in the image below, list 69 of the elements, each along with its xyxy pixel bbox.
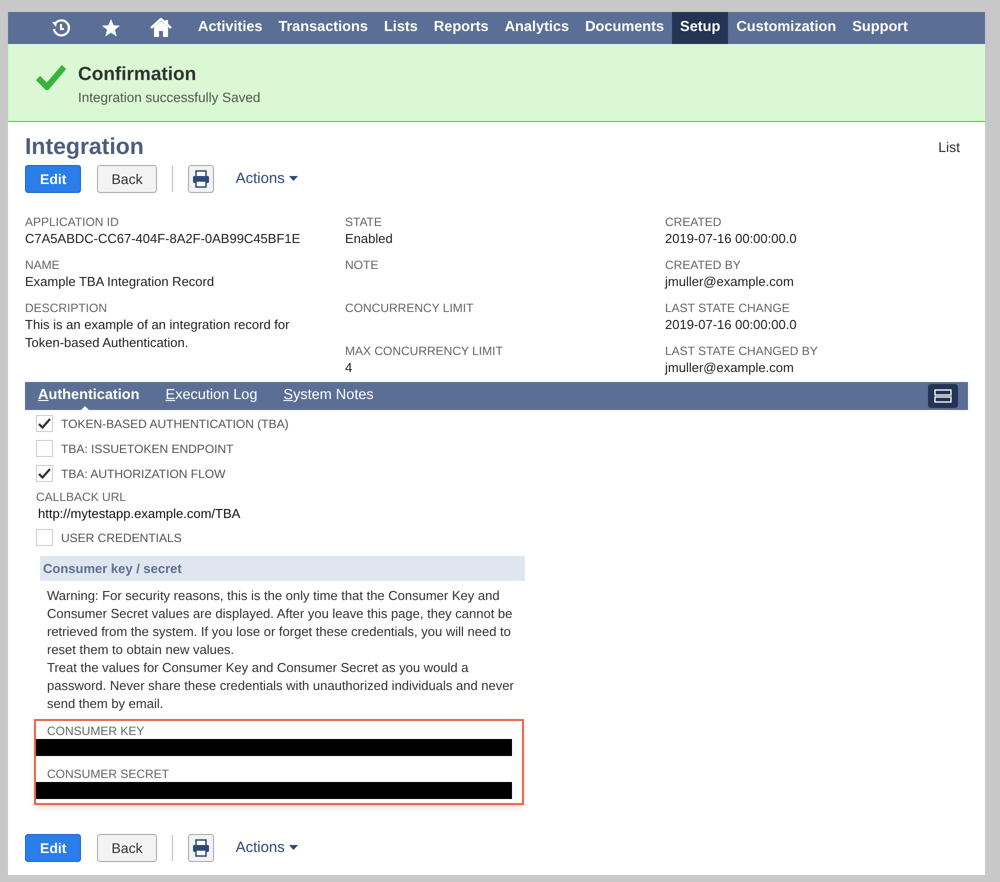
field-label: MAX CONCURRENCY LIMIT	[345, 343, 504, 359]
caret-icon	[288, 845, 298, 851]
actions-menu[interactable]: Actions	[236, 836, 298, 860]
field-value: Example TBA Integration Record	[25, 273, 216, 291]
checkbox[interactable]	[36, 440, 53, 457]
field-label: STATE	[345, 214, 383, 230]
nav-tab[interactable]: Lists	[376, 12, 426, 44]
page-title: Integration	[25, 132, 144, 160]
field-label: CONSUMER SECRET	[46, 766, 170, 782]
field-label: DESCRIPTION	[25, 300, 108, 316]
field-label: NOTE	[345, 257, 380, 273]
field-label: CONSUMER KEY	[46, 723, 146, 739]
layout-toggle-button[interactable]	[928, 384, 958, 408]
nav-tab[interactable]: Activities	[190, 12, 270, 44]
field-value: Enabled	[345, 230, 394, 248]
nav-tab[interactable]: Transactions	[270, 12, 376, 44]
warning-text: Treat the values for Consumer Key and Consumer Secret as you would a password. Never share these credentials with unauthorized individuals and never send them by email.	[47, 659, 515, 713]
history-icon[interactable]	[51, 18, 71, 38]
actions-menu[interactable]: Actions	[236, 168, 298, 190]
checkbox-label: TBA: ISSUETOKEN ENDPOINT	[61, 440, 234, 458]
field-label: NAME	[25, 257, 61, 273]
nav-tab[interactable]: Reports	[426, 12, 497, 44]
field-label: LAST STATE CHANGE	[665, 300, 791, 316]
confirmation-title: Confirmation	[78, 64, 198, 86]
subtab[interactable]: Authentication	[38, 385, 140, 407]
printer-icon	[192, 170, 210, 188]
nav-tab[interactable]: Documents	[577, 12, 672, 44]
caret-icon	[288, 176, 298, 182]
field-label: LAST STATE CHANGED BY	[665, 343, 819, 359]
nav-tab[interactable]: Support	[844, 12, 916, 44]
checkbox-label: USER CREDENTIALS	[61, 530, 182, 546]
field-value: C7A5ABDC-CC67-404F-8A2F-0AB99C45BF1E	[25, 230, 302, 248]
section-heading: Consumer key / secret	[40, 556, 525, 581]
nav-tab[interactable]: Analytics	[496, 12, 578, 44]
warning-text: Warning: For security reasons, this is the only time that the Consumer Key and Consumer Secret values are displayed. After you leave this page, they cannot be retrieved from the system. If you lose or forget these credentials, you will need to reset them to obtain new values.	[47, 587, 514, 659]
back-button[interactable]: Back	[97, 165, 157, 193]
home-icon[interactable]	[149, 18, 173, 38]
subtab[interactable]: System Notes	[283, 385, 374, 407]
field-label: CONCURRENCY LIMIT	[345, 300, 474, 316]
field-value: jmuller@example.com	[665, 273, 795, 291]
edit-button[interactable]: Edit	[25, 165, 82, 193]
print-button[interactable]	[188, 165, 214, 193]
field-label: APPLICATION ID	[25, 214, 120, 230]
field-value: 2019-07-16 00:00:00.0	[665, 316, 798, 334]
checkbox[interactable]	[36, 465, 53, 482]
subtab[interactable]: Execution Log	[166, 385, 258, 407]
checkbox[interactable]	[36, 415, 53, 432]
checkbox-label: TOKEN-BASED AUTHENTICATION (TBA)	[61, 416, 289, 432]
print-button[interactable]	[188, 834, 214, 862]
checkmark-icon	[36, 64, 66, 90]
field-value: This is an example of an integration record for Token-based Authentication.	[25, 316, 290, 352]
field-value: jmuller@example.com	[665, 359, 795, 377]
checkbox[interactable]	[36, 529, 53, 546]
field-value: 2019-07-16 00:00:00.0	[665, 230, 798, 248]
field-value: http://mytestapp.example.com/TBA	[38, 505, 242, 523]
nav-tab[interactable]: Customization	[728, 12, 844, 44]
star-icon[interactable]	[101, 18, 121, 38]
field-label: CALLBACK URL	[36, 489, 128, 505]
nav-tab[interactable]: Setup	[672, 12, 728, 44]
checkbox-label: TBA: AUTHORIZATION FLOW	[61, 466, 226, 482]
field-value: 4	[345, 359, 354, 377]
confirmation-message: Integration successfully Saved	[78, 89, 260, 107]
printer-icon	[192, 839, 210, 857]
edit-button[interactable]: Edit	[25, 834, 82, 862]
field-label: CREATED	[665, 214, 722, 230]
list-link[interactable]: List	[938, 137, 960, 158]
layout-icon	[934, 389, 952, 403]
back-button[interactable]: Back	[97, 834, 157, 862]
field-label: CREATED BY	[665, 257, 742, 273]
